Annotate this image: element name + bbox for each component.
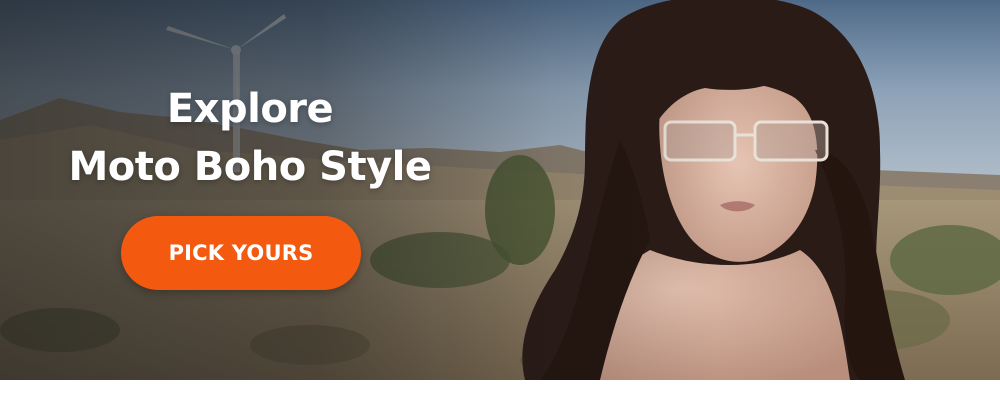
headline-line-1: Explore	[166, 86, 334, 132]
hero-headline: Explore Moto Boho Style	[40, 80, 460, 196]
pick-yours-button[interactable]: PICK YOURS	[121, 216, 361, 290]
headline-line-2: Moto Boho Style	[68, 144, 432, 190]
hero-banner: Explore Moto Boho Style PICK YOURS	[0, 0, 1000, 380]
bottom-spacer	[0, 380, 1000, 400]
